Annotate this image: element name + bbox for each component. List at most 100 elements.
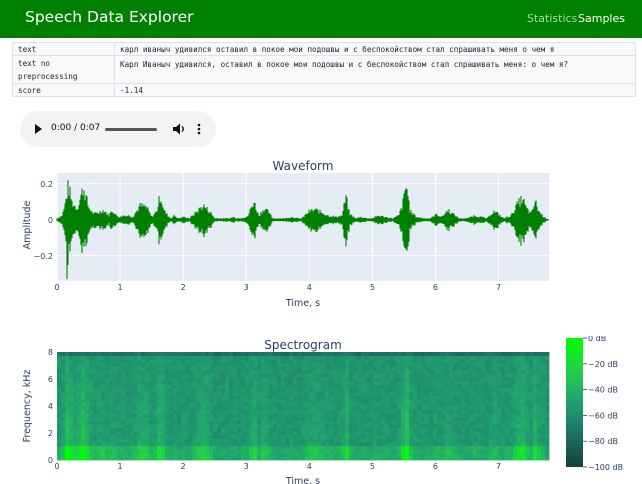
spectrogram-cell xyxy=(537,427,542,432)
spectrogram-cell xyxy=(385,445,390,450)
spectrogram-cell xyxy=(321,413,326,418)
spectrogram-cell xyxy=(473,438,478,443)
spectrogram-cell xyxy=(225,362,230,367)
spectrogram-cell xyxy=(209,384,214,389)
nav-samples-link[interactable]: Samples xyxy=(578,12,625,25)
spectrogram-cell xyxy=(405,416,410,421)
spectrogram-cell xyxy=(189,384,194,389)
spectrogram-cell xyxy=(237,370,242,374)
spectrogram-cell xyxy=(385,402,390,407)
spectrogram-cell xyxy=(437,413,442,418)
spectrogram-cell xyxy=(125,424,130,428)
spectrogram-cell xyxy=(377,388,382,392)
spectrogram-cell xyxy=(217,359,222,364)
spectrogram-cell xyxy=(353,373,358,378)
spectrogram-cell xyxy=(273,377,278,382)
spectrogram-cell xyxy=(341,402,346,407)
spectrogram-cell xyxy=(197,438,202,443)
spectrogram-cell xyxy=(169,427,174,432)
spectrogram-cell xyxy=(513,359,518,364)
spectrogram-cell xyxy=(233,370,238,374)
spectrogram-cell xyxy=(517,413,522,418)
spectrogram-cell xyxy=(89,395,94,400)
spectrogram-cell xyxy=(493,445,498,450)
spectrogram-cell xyxy=(341,398,346,403)
spectrogram-cell xyxy=(325,366,330,371)
spectrogram-cell xyxy=(129,413,134,418)
spectrogram-cell xyxy=(377,377,382,382)
spectrogram-cell xyxy=(501,445,506,450)
spectrogram-cell xyxy=(129,416,134,421)
spectrogram-cell xyxy=(441,413,446,418)
spectrogram-cell xyxy=(301,456,306,461)
spectrogram-cell xyxy=(189,442,194,446)
spectrogram-cell xyxy=(209,395,214,400)
audio-player[interactable]: 0:00 / 0:07 xyxy=(20,111,216,147)
volume-icon[interactable] xyxy=(172,122,186,136)
spectrogram-cell xyxy=(177,420,182,425)
spectrogram-cell xyxy=(325,380,330,385)
spectrogram-cell xyxy=(537,456,542,461)
spectrogram-cell xyxy=(233,377,238,382)
spectrogram-cell xyxy=(73,406,78,410)
spectrogram-cell xyxy=(513,398,518,403)
spectrogram-cell xyxy=(305,413,310,418)
spectrogram-cell xyxy=(413,449,418,454)
spectrogram-cell xyxy=(413,402,418,407)
spectrogram-cell xyxy=(497,424,502,428)
spectrogram-cell xyxy=(481,413,486,418)
spectrogram-cell xyxy=(317,431,322,436)
spectrogram-cell xyxy=(261,366,266,371)
spectrogram-cell xyxy=(505,420,510,425)
spectrogram-cell xyxy=(349,359,354,364)
spectrogram-cell xyxy=(253,456,258,461)
spectrogram-cell xyxy=(165,452,170,457)
spectrogram-cell xyxy=(513,377,518,382)
spectrogram-cell xyxy=(393,395,398,400)
more-options-icon[interactable] xyxy=(196,122,202,136)
spectrogram-cell xyxy=(529,402,534,407)
spectrogram-cell xyxy=(445,402,450,407)
spectrogram-cell xyxy=(341,388,346,392)
spectrogram-cell xyxy=(293,355,298,360)
spectrogram-cell xyxy=(177,452,182,457)
nav-statistics-link[interactable]: Statistics xyxy=(527,12,577,25)
spectrogram-cell xyxy=(341,395,346,400)
spectrogram-cell xyxy=(405,456,410,461)
audio-progress-bar[interactable] xyxy=(105,128,157,131)
spectrogram-cell xyxy=(385,380,390,385)
spectrogram-cell xyxy=(513,388,518,392)
spectrogram-cell xyxy=(97,442,102,446)
spectrogram-cell xyxy=(477,377,482,382)
spectrogram-cell xyxy=(101,373,106,378)
spectrogram-cell xyxy=(145,359,150,364)
spectrogram-cell xyxy=(485,388,490,392)
spectrogram-cell xyxy=(117,402,122,407)
brand-title[interactable]: Speech Data Explorer xyxy=(25,8,194,26)
spectrogram-cell xyxy=(393,424,398,428)
spectrogram-cell xyxy=(249,420,254,425)
spectrogram-cell xyxy=(101,366,106,371)
spectrogram-cell xyxy=(373,427,378,432)
spectrogram-cell xyxy=(181,380,186,385)
spectrogram-cell xyxy=(201,355,206,360)
spectrogram-cell xyxy=(81,370,86,374)
spectrogram-cell xyxy=(217,442,222,446)
spectrogram-cell xyxy=(533,391,538,396)
spectrogram-cell xyxy=(417,362,422,367)
spectrogram-cell xyxy=(341,434,346,439)
spectrogram-cell xyxy=(73,384,78,389)
spectrogram-cell xyxy=(497,373,502,378)
spectrogram-cell xyxy=(305,373,310,378)
spectrogram-cell xyxy=(473,362,478,367)
spectrogram-cell xyxy=(209,427,214,432)
spectrogram-cell xyxy=(309,355,314,360)
spectrogram-cell xyxy=(73,452,78,457)
spectrogram-cell xyxy=(141,352,146,356)
play-icon[interactable] xyxy=(35,124,42,134)
spectrogram-cell xyxy=(489,370,494,374)
spectrogram-cell xyxy=(397,442,402,446)
spectrogram-cell xyxy=(221,391,226,396)
spectrogram-cell xyxy=(189,431,194,436)
spectrogram-cell xyxy=(65,416,70,421)
